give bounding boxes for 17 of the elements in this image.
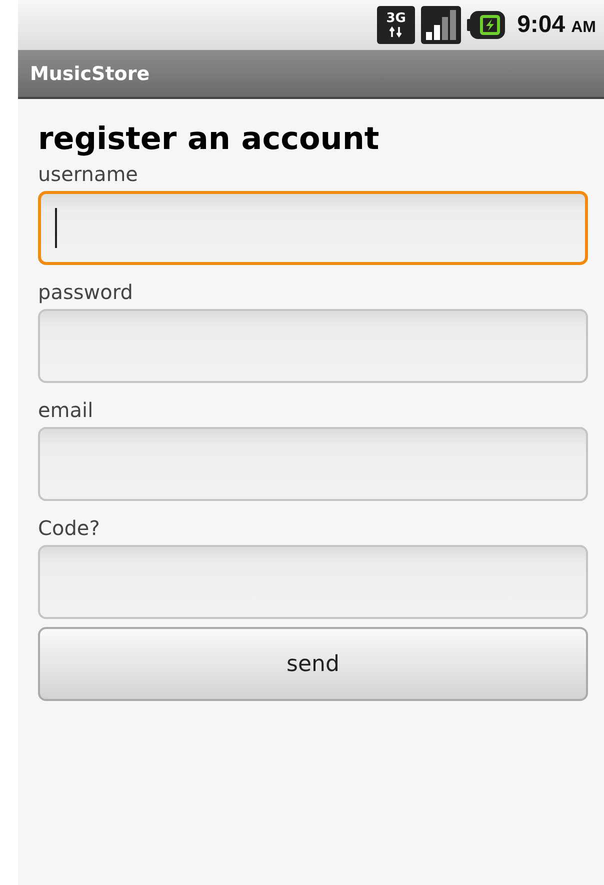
network-label: 3G: [386, 12, 406, 26]
field-label: email: [38, 397, 94, 423]
field-label: password: [38, 279, 133, 305]
send-button[interactable]: send: [38, 627, 588, 701]
input-field[interactable]: [38, 545, 588, 619]
field-label: username: [38, 161, 138, 187]
clock-time: 9:04: [517, 11, 566, 39]
input-field[interactable]: [38, 191, 588, 265]
field-label: Code?: [38, 515, 100, 541]
input-field[interactable]: [38, 309, 588, 383]
input-field[interactable]: [38, 427, 588, 501]
signal-icon: [421, 6, 462, 44]
data-arrows-icon: [389, 26, 404, 38]
clock-meridiem: AM: [571, 19, 596, 37]
battery-icon: [467, 11, 506, 39]
form-heading: register an account: [38, 121, 380, 157]
app-title: MusicStore: [30, 62, 150, 84]
